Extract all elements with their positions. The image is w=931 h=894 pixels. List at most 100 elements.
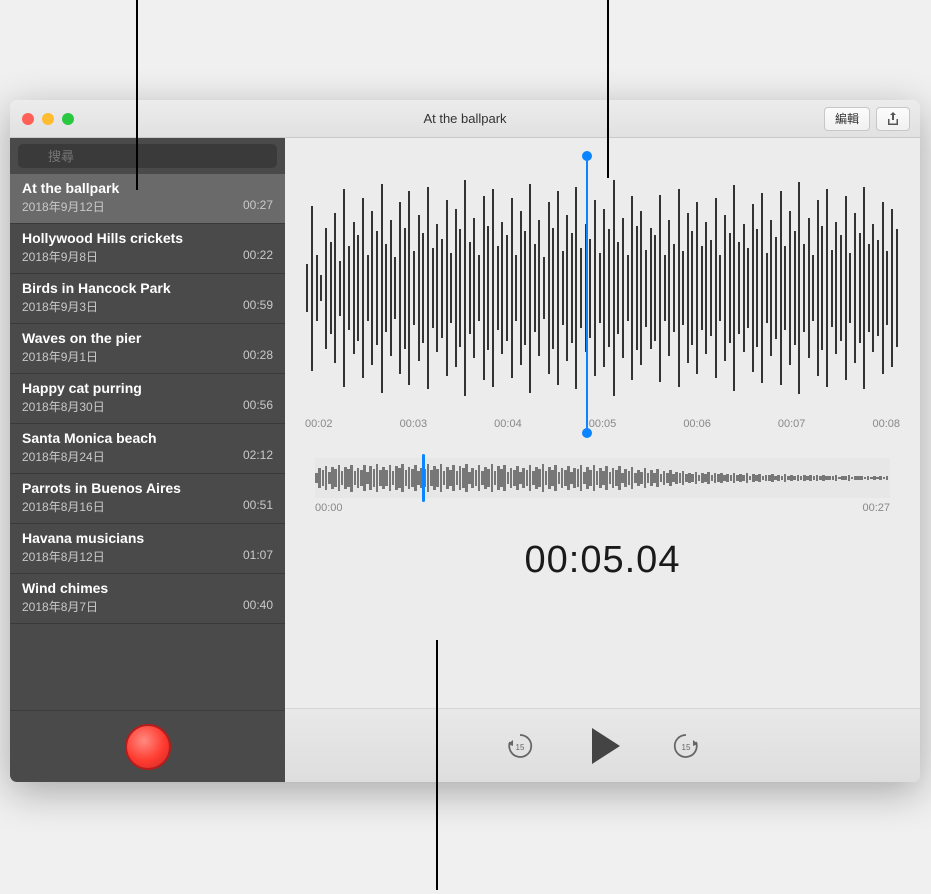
waveform-bar [775,237,777,338]
ruler-tick: 00:03 [400,418,428,430]
edit-button[interactable]: 編輯 [824,107,870,131]
waveform-bar [831,250,833,327]
waveform-bar [311,206,313,371]
waveform-bar [599,253,601,323]
waveform-bar [691,231,693,345]
waveform-bar [427,187,429,389]
waveform-bar [747,248,749,327]
waveform-bar [538,220,540,356]
waveform-bar [436,224,438,352]
waveform-bar [399,202,401,374]
waveform-bar [367,255,369,321]
waveform-bar [520,211,522,365]
waveform-bar [817,200,819,376]
waveform-bar [826,189,828,387]
waveform-bar [334,213,336,363]
waveform-bar [636,226,638,349]
waveform-bar [659,195,661,382]
waveform-bar [631,196,633,381]
waveform-bar [492,189,494,387]
waveform-zoom[interactable]: 00:0200:0300:0400:0500:0600:0700:08 [285,138,920,438]
recording-title: At the ballpark [22,180,273,196]
recording-item[interactable]: Happy cat purring 2018年8月30日 00:56 [10,374,285,424]
recording-duration: 00:51 [243,498,273,515]
waveform-bar [891,209,893,367]
waveform-bar [422,233,424,343]
zoom-time-ruler: 00:0200:0300:0400:0500:0600:0700:08 [305,408,900,430]
share-button[interactable] [876,107,910,131]
waveform-bar [589,239,591,338]
recording-duration: 02:12 [243,448,273,465]
zoom-window-button[interactable] [62,113,74,125]
waveform-bar [464,180,466,396]
waveform-bar [316,255,318,321]
svg-text:15: 15 [681,743,690,752]
waveform-bar [432,248,434,327]
waveform-overview[interactable]: 00:00 00:27 [315,458,890,514]
waveform-bar [506,235,508,341]
skip-forward-15-button[interactable]: 15 [670,730,702,762]
recording-item[interactable]: Birds in Hancock Park 2018年9月3日 00:59 [10,274,285,324]
waveform-bar [835,222,837,354]
recording-duration: 01:07 [243,548,273,565]
waveform-bar [575,187,577,389]
recording-title: Birds in Hancock Park [22,280,273,296]
recording-item[interactable]: Waves on the pier 2018年9月1日 00:28 [10,324,285,374]
play-button[interactable] [592,728,620,764]
waveform-bar [854,213,856,363]
recording-item[interactable]: At the ballpark 2018年9月12日 00:27 [10,174,285,224]
recording-item[interactable]: Wind chimes 2018年8月7日 00:40 [10,574,285,624]
waveform-bar [863,187,865,389]
waveform-bar [446,200,448,376]
waveform-bar [886,251,888,326]
waveform-bar [548,202,550,374]
recording-item[interactable]: Havana musicians 2018年8月12日 01:07 [10,524,285,574]
recordings-list: At the ballpark 2018年9月12日 00:27Hollywoo… [10,174,285,710]
playhead-zoom[interactable] [586,156,588,433]
recording-title: Wind chimes [22,580,273,596]
waveform-bar [534,244,536,332]
waveform-bar [617,242,619,334]
recording-item[interactable]: Santa Monica beach 2018年8月24日 02:12 [10,424,285,474]
waveform-bar [761,193,763,382]
waveform-bar [849,253,851,323]
recording-title: Hollywood Hills crickets [22,230,273,246]
share-icon [885,111,901,127]
waveform-bar [766,253,768,323]
close-window-button[interactable] [22,113,34,125]
waveform-bar [594,200,596,376]
ruler-tick: 00:07 [778,418,806,430]
waveform-bar [640,211,642,365]
waveform-bar [696,202,698,374]
waveform-bar [524,231,526,345]
waveform-bar [780,191,782,385]
waveform-bar [673,244,675,332]
waveform-bar [552,228,554,349]
sidebar: At the ballpark 2018年9月12日 00:27Hollywoo… [10,138,285,782]
playhead-overview[interactable] [422,454,425,502]
waveform-bar [571,233,573,343]
waveform-bar [603,209,605,367]
recording-item[interactable]: Hollywood Hills crickets 2018年9月8日 00:22 [10,224,285,274]
ruler-tick: 00:08 [872,418,900,430]
waveform-bar [794,231,796,345]
record-button[interactable] [125,724,171,770]
waveform-bar [390,220,392,356]
recording-title: Santa Monica beach [22,430,273,446]
recording-item[interactable]: Parrots in Buenos Aires 2018年8月16日 00:51 [10,474,285,524]
waveform-bar [580,248,582,327]
recording-date: 2018年9月1日 [22,348,98,365]
search-input[interactable] [18,144,277,168]
overview-start-time: 00:00 [315,502,343,514]
minimize-window-button[interactable] [42,113,54,125]
skip-back-15-button[interactable]: 15 [504,730,536,762]
recording-date: 2018年8月7日 [22,598,98,615]
waveform-bar [719,255,721,321]
waveform-bar [469,242,471,334]
app-window: At the ballpark 編輯 At the ballpark 2018年… [10,100,920,782]
waveform-bar [330,242,332,334]
recording-date: 2018年8月30日 [22,398,105,415]
waveform-bar [710,240,712,337]
waveform-bar [682,251,684,326]
waveform-bar [371,211,373,365]
